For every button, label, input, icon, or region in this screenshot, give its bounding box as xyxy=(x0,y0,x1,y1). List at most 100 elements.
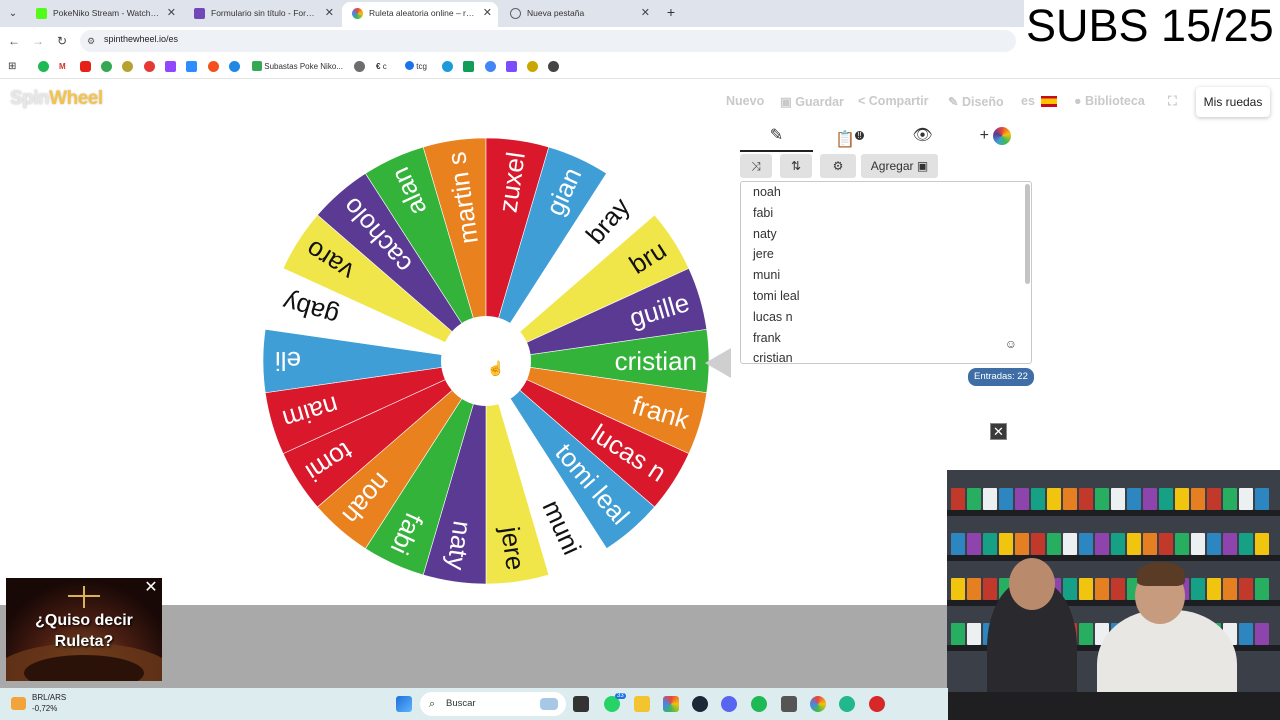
shelf-box xyxy=(1031,488,1045,510)
chrome-icon[interactable] xyxy=(810,696,826,712)
compartir-label: Compartir xyxy=(868,94,929,108)
bookmark-icon[interactable] xyxy=(442,61,453,73)
bookmark-maps-icon[interactable] xyxy=(101,61,112,73)
bookmark-icon[interactable] xyxy=(506,61,517,73)
bookmark-icon[interactable] xyxy=(144,61,155,73)
close-tab-icon[interactable]: ✕ xyxy=(167,2,176,25)
new-tab-icon[interactable]: + xyxy=(664,4,678,20)
bookmark-icon[interactable] xyxy=(122,61,133,73)
site-info-icon[interactable]: ⚙ xyxy=(87,35,99,47)
wheel[interactable]: cristian frank lucas n tomi leal muni jere nat… xyxy=(260,135,712,587)
entry-item[interactable]: noah xyxy=(741,182,1031,203)
shelf-box xyxy=(1095,488,1109,510)
entries-scrollbar[interactable] xyxy=(1025,184,1030,284)
close-ad-icon[interactable]: ✕ xyxy=(990,423,1007,440)
bookmark-gmail-icon[interactable]: M xyxy=(59,61,66,73)
spotify-icon[interactable] xyxy=(751,696,767,712)
tab-results[interactable]: 📋!! xyxy=(813,120,886,152)
file-explorer-icon[interactable] xyxy=(634,696,650,712)
taskbar-search[interactable]: ⌕ Buscar xyxy=(420,692,566,716)
tab-edit[interactable]: ✎ xyxy=(740,120,813,152)
url-field[interactable]: ⚙ spinthewheel.io/es xyxy=(80,30,1016,52)
entry-item[interactable]: jere xyxy=(741,244,1031,265)
bookmark-icon[interactable] xyxy=(208,61,219,73)
discord-icon[interactable] xyxy=(721,696,737,712)
close-icon[interactable]: ✕ xyxy=(144,580,158,596)
shelf-box xyxy=(1159,533,1173,555)
kick-icon xyxy=(36,8,47,19)
entry-item[interactable]: frank xyxy=(741,328,1031,349)
windows-start-icon[interactable] xyxy=(396,696,412,712)
shelf-box xyxy=(1079,623,1093,645)
bookmark-icon[interactable] xyxy=(485,61,496,73)
bookmark-icon[interactable] xyxy=(229,61,240,73)
entry-item[interactable]: muni xyxy=(741,265,1031,286)
bookmark-sheets-icon[interactable] xyxy=(463,61,474,73)
tab-formulario[interactable]: Formulario sin título - Formula ✕ xyxy=(184,2,340,27)
shelf-box xyxy=(967,488,981,510)
shelf-box xyxy=(1047,533,1061,555)
tab-ruleta[interactable]: Ruleta aleatoria online – ruleta ✕ xyxy=(342,2,498,27)
apps-icon[interactable]: ⊞ xyxy=(8,61,16,73)
bookmark-icon[interactable] xyxy=(527,61,538,73)
close-tab-icon[interactable]: ✕ xyxy=(641,2,650,25)
shelf-box xyxy=(1239,623,1253,645)
bookmark-icon[interactable] xyxy=(354,61,365,73)
weather-icon[interactable] xyxy=(11,697,26,710)
bookmark-c[interactable]: € c xyxy=(376,61,387,73)
agregar-image-button[interactable]: Agregar ▣ xyxy=(861,154,938,178)
copilot-icon[interactable] xyxy=(663,696,679,712)
app-icon[interactable] xyxy=(869,696,885,712)
tab-add-wheel[interactable]: + xyxy=(959,120,1032,152)
close-tab-icon[interactable]: ✕ xyxy=(483,2,492,25)
shelf-box xyxy=(1111,533,1125,555)
currency-widget[interactable]: BRL/ARS -0,72% xyxy=(32,692,66,714)
entry-item[interactable]: tomi leal xyxy=(741,286,1031,307)
fullscreen-icon[interactable]: ⛶ xyxy=(1168,94,1177,109)
shelf-box xyxy=(1223,488,1237,510)
bookmark-icon[interactable] xyxy=(186,61,197,73)
close-tab-icon[interactable]: ✕ xyxy=(325,2,334,25)
reload-icon[interactable]: ↻ xyxy=(54,33,70,49)
back-icon[interactable]: ← xyxy=(6,33,22,49)
sort-button[interactable]: ⇅ xyxy=(780,154,812,178)
nuevo-link[interactable]: Nuevo xyxy=(726,94,764,108)
forward-icon[interactable]: → xyxy=(30,33,46,49)
steam-icon[interactable] xyxy=(692,696,708,712)
entry-item[interactable]: fabi xyxy=(741,203,1031,224)
shelf-box xyxy=(1111,578,1125,600)
bookmark-subastas[interactable]: Subastas Poke Niko... xyxy=(252,61,343,73)
guardar-link[interactable]: ▣ Guardar xyxy=(780,94,844,109)
shuffle-button[interactable]: ⤨ xyxy=(740,154,772,178)
bookmark-icon[interactable] xyxy=(548,61,559,73)
shelf-box xyxy=(1175,533,1189,555)
tab-pokeniko[interactable]: PokeNiko Stream - Watch Live o ✕ xyxy=(26,2,182,27)
tab-hidden[interactable]: 👁 xyxy=(886,120,959,152)
bookmark-spotify-icon[interactable] xyxy=(38,61,49,73)
task-view-icon[interactable] xyxy=(573,696,589,712)
entry-item[interactable]: lucas n xyxy=(741,307,1031,328)
wheel-svg[interactable]: cristianfranklucas ntomi lealmunijerenat… xyxy=(260,135,712,587)
calculator-icon[interactable] xyxy=(781,696,797,712)
settings-button[interactable]: ⚙ xyxy=(820,154,856,178)
roulette-ad[interactable]: ¿Quiso decir Ruleta? ✕ xyxy=(6,578,162,681)
compartir-link[interactable]: < Compartir xyxy=(858,94,929,108)
entries-textarea[interactable]: noah fabi naty jere muni tomi leal lucas n fran… xyxy=(740,181,1032,364)
app-icon[interactable] xyxy=(839,696,855,712)
tab-nueva[interactable]: Nueva pestaña ✕ xyxy=(500,2,656,27)
bookmark-tcg[interactable]: tcg xyxy=(405,61,427,73)
emoji-icon[interactable]: ☺ xyxy=(1005,337,1017,351)
language-selector[interactable]: es xyxy=(1021,94,1035,108)
site-logo[interactable]: SpinWheel xyxy=(10,88,103,110)
wheel-center-spin-button[interactable] xyxy=(441,316,531,406)
bookmark-youtube-icon[interactable] xyxy=(80,61,91,73)
biblioteca-link[interactable]: ● Biblioteca xyxy=(1074,94,1145,108)
entry-item[interactable]: cristian xyxy=(741,348,1031,363)
diseno-link[interactable]: ✎ Diseño xyxy=(948,94,1004,109)
wheel-slice-label: eli xyxy=(275,346,301,376)
mis-ruedas-button[interactable]: Mis ruedas xyxy=(1196,87,1270,117)
pencil-icon: ✎ xyxy=(769,127,784,144)
entry-item[interactable]: naty xyxy=(741,224,1031,245)
tab-search-icon[interactable]: ⌄ xyxy=(4,5,22,23)
bookmark-twitch-icon[interactable] xyxy=(165,61,176,73)
